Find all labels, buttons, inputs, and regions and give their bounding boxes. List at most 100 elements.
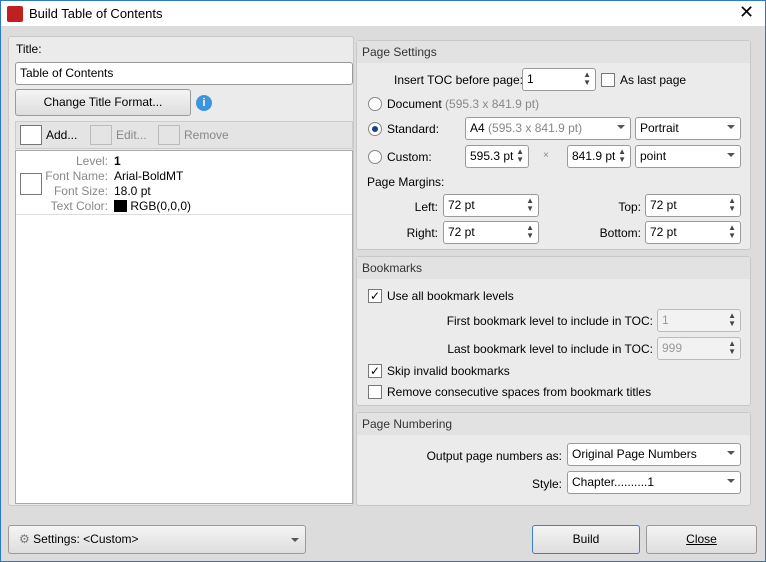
document-label: Document: [387, 97, 442, 111]
level-icon: [20, 173, 42, 195]
font-size-value: 18.0 pt: [114, 184, 151, 198]
unit-value: point: [640, 149, 667, 163]
list-item[interactable]: Level: Font Name: Font Size: Text Color:…: [16, 151, 352, 215]
bottom-margin-spinner[interactable]: 72 pt ▲ ▼: [645, 221, 741, 244]
right-margin-spinner[interactable]: 72 pt ▲ ▼: [443, 221, 539, 244]
app-icon: [7, 6, 23, 22]
settings-label: Settings:: [33, 532, 80, 546]
spin-icon: ▲ ▼: [526, 223, 534, 240]
left-margin-spinner[interactable]: 72 pt ▲ ▼: [443, 194, 539, 217]
last-level-spinner[interactable]: 999 ▲ ▼: [657, 337, 741, 360]
left-margin-value: 72 pt: [448, 198, 475, 212]
style-label: Style:: [531, 477, 562, 491]
times-sign: ×: [543, 150, 549, 161]
skip-invalid-checkbox[interactable]: ✓: [368, 364, 382, 378]
remove-button[interactable]: Remove: [184, 128, 229, 142]
font-name-label: Font Name:: [45, 169, 108, 183]
page-numbering-header: Page Numbering: [357, 413, 750, 435]
edit-icon: [90, 125, 112, 145]
edit-button[interactable]: Edit...: [116, 128, 147, 142]
standard-size-dropdown[interactable]: A4 (595.3 x 841.9 pt): [465, 117, 631, 140]
right-margin-value: 72 pt: [448, 225, 475, 239]
use-all-levels-label: Use all bookmark levels: [387, 289, 514, 303]
change-title-format-button[interactable]: Change Title Format...: [15, 89, 191, 116]
font-name-value: Arial-BoldMT: [114, 169, 184, 183]
level-label: Level:: [75, 154, 108, 168]
use-all-levels-checkbox[interactable]: ✓: [368, 289, 382, 303]
document-radio[interactable]: [368, 97, 382, 111]
title-bar: Build Table of Contents ✕: [0, 0, 766, 26]
orientation-value: Portrait: [640, 121, 679, 135]
add-button[interactable]: Add...: [46, 128, 77, 142]
settings-dropdown[interactable]: ⚙ Settings: <Custom>: [8, 525, 306, 554]
top-margin-spinner[interactable]: 72 pt ▲ ▼: [645, 194, 741, 217]
page-settings-header: Page Settings: [357, 41, 750, 63]
left-margin-label: Left:: [414, 200, 438, 214]
build-button[interactable]: Build: [532, 525, 640, 554]
unit-dropdown[interactable]: point: [635, 145, 741, 168]
style-value: Chapter..........1: [572, 475, 655, 489]
standard-radio[interactable]: [368, 122, 382, 136]
close-button[interactable]: Close: [646, 525, 757, 554]
remove-icon: [158, 125, 180, 145]
custom-height-spinner[interactable]: 841.9 pt ▲ ▼: [567, 145, 631, 168]
remove-spaces-label: Remove consecutive spaces from bookmark …: [387, 385, 652, 399]
as-last-page-checkbox[interactable]: [601, 73, 615, 87]
spin-icon: ▲ ▼: [728, 196, 736, 213]
output-dropdown[interactable]: Original Page Numbers: [567, 443, 741, 466]
custom-height-value: 841.9 pt: [572, 149, 616, 163]
custom-radio[interactable]: [368, 150, 382, 164]
orientation-dropdown[interactable]: Portrait: [635, 117, 741, 140]
top-margin-label: Top:: [618, 200, 641, 214]
spin-icon: ▲ ▼: [526, 196, 534, 213]
level-value: 1: [114, 154, 121, 168]
font-size-label: Font Size:: [53, 184, 108, 198]
spin-icon: ▲ ▼: [728, 223, 736, 240]
bookmarks-header: Bookmarks: [357, 257, 750, 279]
insert-page-value: 1: [527, 72, 534, 86]
standard-label: Standard:: [387, 122, 440, 136]
title-label: Title:: [16, 42, 42, 56]
right-margin-label: Right:: [406, 226, 438, 240]
text-color-value: RGB(0,0,0): [130, 199, 192, 213]
insert-page-spinner[interactable]: 1 ▲ ▼: [522, 68, 596, 91]
first-level-value: 1: [662, 313, 669, 327]
custom-width-spinner[interactable]: 595.3 pt ▲ ▼: [465, 145, 529, 168]
chevron-down-icon: [617, 125, 625, 129]
spin-icon: ▲ ▼: [728, 311, 736, 328]
output-value: Original Page Numbers: [572, 447, 697, 461]
page-margins-label: Page Margins:: [367, 175, 445, 189]
document-size: (595.3 x 841.9 pt): [445, 97, 540, 111]
spin-icon: ▲ ▼: [583, 70, 591, 87]
spin-icon: ▲ ▼: [728, 339, 736, 356]
info-icon[interactable]: i: [196, 95, 212, 111]
skip-invalid-label: Skip invalid bookmarks: [387, 364, 510, 378]
chevron-down-icon: [727, 153, 735, 157]
color-swatch: [114, 200, 127, 212]
window-title: Build Table of Contents: [29, 6, 163, 21]
bottom-margin-value: 72 pt: [650, 225, 677, 239]
close-window-icon[interactable]: ✕: [739, 2, 754, 23]
output-label: Output page numbers as:: [426, 449, 562, 463]
chevron-down-icon: [727, 125, 735, 129]
last-level-label: Last bookmark level to include in TOC:: [447, 342, 653, 356]
custom-label: Custom:: [387, 150, 432, 164]
standard-value: A4: [470, 121, 485, 135]
remove-spaces-checkbox[interactable]: [368, 385, 382, 399]
title-input[interactable]: Table of Contents: [15, 62, 353, 85]
top-margin-value: 72 pt: [650, 198, 677, 212]
first-level-label: First bookmark level to include in TOC:: [446, 314, 653, 328]
chevron-down-icon: [727, 451, 735, 455]
add-icon: [20, 125, 42, 145]
chevron-down-icon: [727, 479, 735, 483]
first-level-spinner[interactable]: 1 ▲ ▼: [657, 309, 741, 332]
standard-size: (595.3 x 841.9 pt): [488, 121, 583, 135]
text-color-label: Text Color:: [50, 199, 108, 213]
gear-icon: ⚙: [19, 532, 30, 546]
as-last-page-label: As last page: [620, 73, 687, 87]
spin-icon: ▲ ▼: [516, 147, 524, 164]
style-dropdown[interactable]: Chapter..........1: [567, 471, 741, 494]
custom-width-value: 595.3 pt: [470, 149, 514, 163]
last-level-value: 999: [662, 341, 683, 355]
settings-value: <Custom>: [83, 532, 139, 546]
